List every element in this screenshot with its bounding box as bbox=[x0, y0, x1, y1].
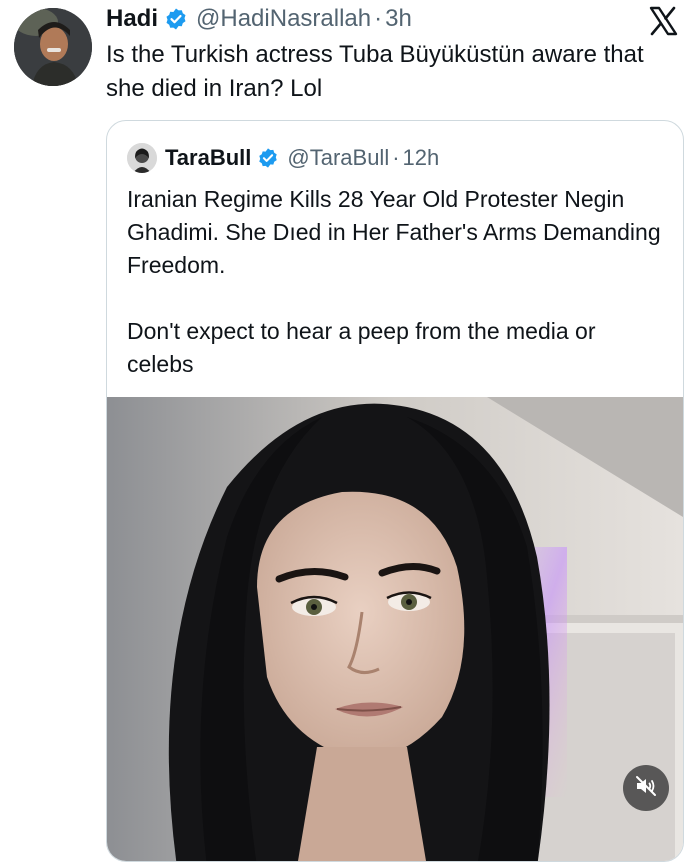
quoted-tweet-time[interactable]: 12h bbox=[403, 145, 440, 171]
tweet-text: Is the Turkish actress Tuba Büyüküstün a… bbox=[106, 41, 644, 102]
mute-button[interactable] bbox=[623, 765, 669, 811]
quoted-paragraph: Don't expect to hear a peep from the med… bbox=[127, 318, 596, 377]
separator-dot: · bbox=[392, 145, 400, 170]
author-name[interactable]: Hadi bbox=[106, 5, 158, 33]
quoted-tweet-card[interactable]: TaraBull @TaraBull · 12h Iranian Regime … bbox=[106, 120, 684, 862]
portrait-photo bbox=[107, 397, 683, 861]
avatar-photo bbox=[14, 8, 92, 86]
quoted-author-avatar[interactable] bbox=[127, 143, 157, 173]
quoted-tweet-text: Iranian Regime Kills 28 Year Old Protest… bbox=[127, 183, 667, 414]
x-logo-icon bbox=[648, 6, 678, 36]
quoted-tweet-header: TaraBull @TaraBull · 12h bbox=[127, 143, 439, 173]
verified-badge-icon bbox=[164, 7, 188, 31]
author-handle[interactable]: @HadiNasrallah bbox=[196, 5, 371, 33]
tweet-time[interactable]: 3h bbox=[385, 5, 412, 33]
author-avatar[interactable] bbox=[14, 8, 92, 86]
verified-badge-icon bbox=[257, 147, 279, 169]
tweet-header: Hadi @HadiNasrallah · 3h bbox=[106, 4, 412, 34]
quoted-media-video[interactable] bbox=[107, 397, 683, 861]
separator-dot: · bbox=[374, 5, 383, 32]
speaker-muted-icon bbox=[634, 774, 658, 803]
quoted-paragraph: Iranian Regime Kills 28 Year Old Protest… bbox=[127, 186, 661, 278]
quoted-author-name[interactable]: TaraBull bbox=[165, 145, 251, 171]
quoted-avatar-photo bbox=[127, 143, 157, 173]
quoted-author-handle[interactable]: @TaraBull bbox=[287, 145, 389, 171]
